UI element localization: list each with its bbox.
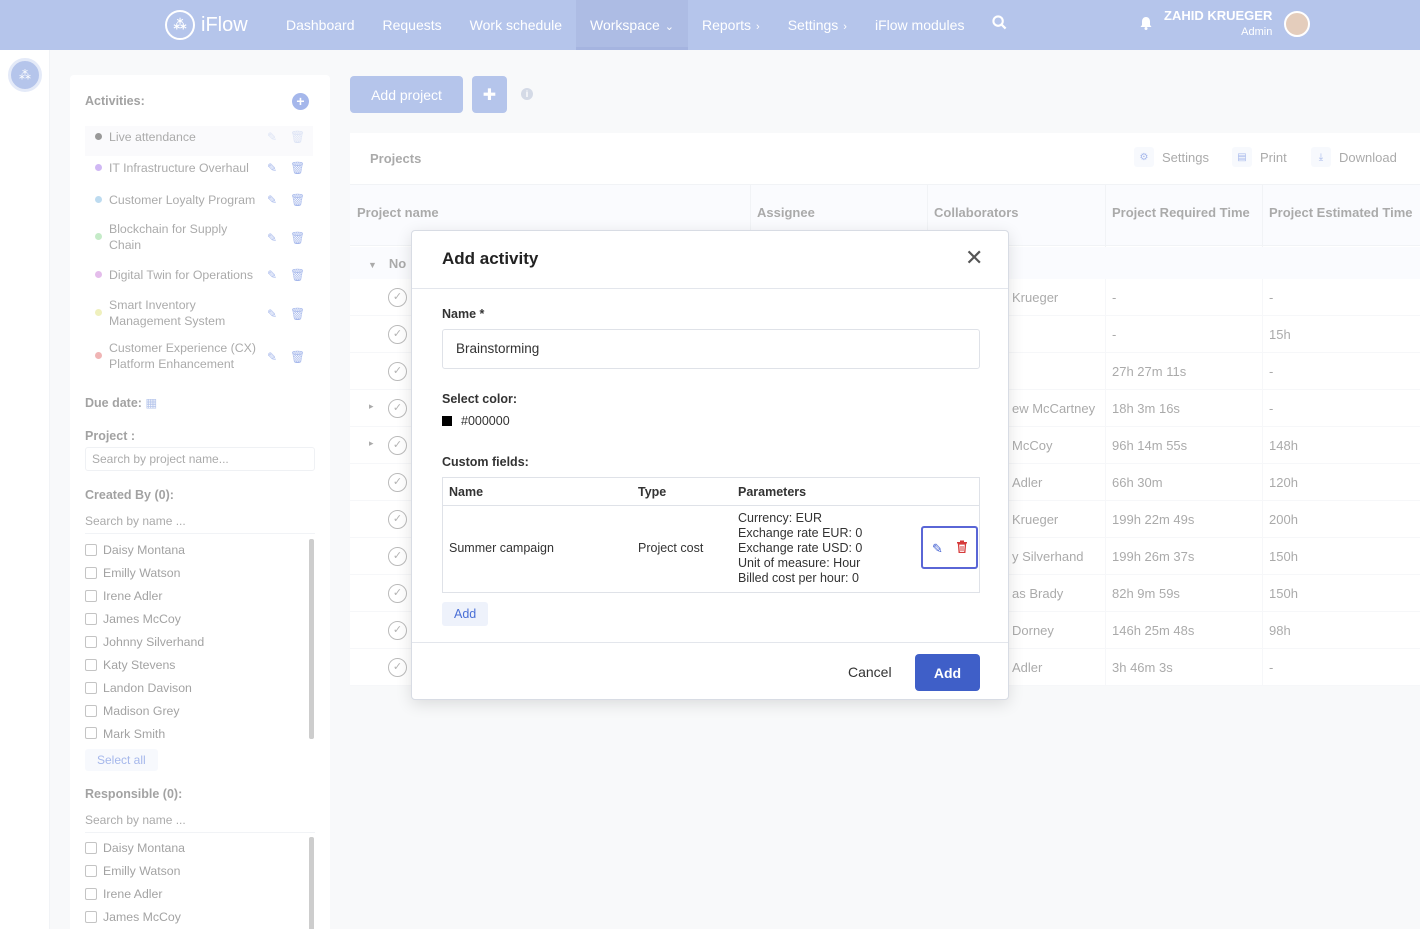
cf-column-header: Type xyxy=(638,485,667,499)
cf-column-header: Name xyxy=(449,485,484,499)
add-custom-field-button[interactable]: Add xyxy=(442,602,489,626)
color-value[interactable]: #000000 xyxy=(461,414,510,428)
cf-column-header: Parameters xyxy=(738,485,807,499)
name-label: Name * xyxy=(442,307,485,321)
submit-add-button[interactable]: Add xyxy=(915,654,980,691)
modal-header: Add activity ✕ xyxy=(412,231,1008,289)
trash-icon[interactable] xyxy=(956,540,968,556)
custom-fields-header: Name Type Parameters xyxy=(443,478,979,506)
color-swatch[interactable] xyxy=(442,416,452,426)
custom-fields-table: Name Type Parameters Summer campaign Pro… xyxy=(442,477,980,593)
cancel-button[interactable]: Cancel xyxy=(848,664,892,680)
cf-row-actions: ✎ xyxy=(921,526,978,569)
cf-type: Project cost xyxy=(638,541,704,555)
custom-fields-label: Custom fields: xyxy=(442,455,529,469)
pencil-icon[interactable]: ✎ xyxy=(932,541,943,557)
close-icon[interactable]: ✕ xyxy=(965,245,983,271)
color-label: Select color: xyxy=(442,392,518,406)
cf-parameters: Currency: EUR Exchange rate EUR: 0 Excha… xyxy=(738,511,863,585)
name-input[interactable]: Brainstorming xyxy=(442,329,980,369)
cf-name: Summer campaign xyxy=(449,541,554,555)
add-activity-modal: Add activity ✕ Name * Brainstorming Sele… xyxy=(411,230,1009,700)
modal-title: Add activity xyxy=(442,249,539,268)
